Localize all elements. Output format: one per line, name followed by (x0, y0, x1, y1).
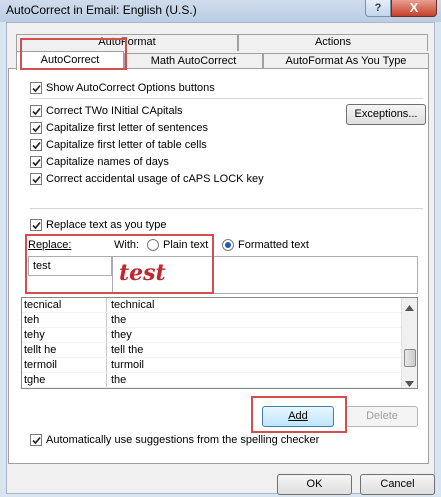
checkbox-label: Replace text as you type (46, 219, 167, 231)
autocorrect-entries-list[interactable]: tecnical technical teh the tehy they tellt … (21, 297, 418, 389)
scroll-thumb[interactable] (404, 349, 416, 367)
checkbox-label: Show AutoCorrect Options buttons (46, 82, 215, 94)
list-item[interactable]: tellt he tell the (22, 343, 417, 358)
divider (30, 208, 423, 209)
checkmark-icon (31, 221, 41, 229)
checkbox[interactable] (30, 82, 42, 94)
list-item[interactable]: tecnical technical (22, 298, 417, 313)
tab-actions[interactable]: Actions (238, 34, 428, 51)
checkmark-icon (31, 124, 41, 132)
window-title: AutoCorrect in Email: English (U.S.) (6, 3, 197, 17)
checkmark-icon (31, 158, 41, 166)
scroll-up-icon[interactable] (405, 302, 414, 314)
checkbox[interactable] (30, 156, 42, 168)
divider (30, 98, 423, 99)
rule-capitalize-table-cells[interactable]: Capitalize first letter of table cells (30, 138, 264, 152)
checkbox[interactable] (30, 122, 42, 134)
checkbox-label: Capitalize first letter of table cells (46, 139, 207, 151)
checkbox-label: Automatically use suggestions from the s… (46, 434, 320, 446)
checkbox[interactable] (30, 173, 42, 185)
ok-button[interactable]: OK (277, 474, 352, 495)
checkbox[interactable] (30, 139, 42, 151)
rule-capitalize-sentences[interactable]: Capitalize first letter of sentences (30, 121, 264, 135)
checkbox[interactable] (30, 219, 42, 231)
list-item[interactable]: tehy they (22, 328, 417, 343)
replace-highlight-annotation (25, 234, 214, 294)
tab-highlight-annotation (20, 38, 127, 70)
add-highlight-annotation (251, 396, 347, 433)
radio-selected-dot (225, 242, 231, 248)
tab-autoformat-as-you-type[interactable]: AutoFormat As You Type (263, 53, 429, 69)
checkbox[interactable] (30, 105, 42, 117)
radio-label: Formatted text (238, 239, 309, 251)
scroll-down-icon[interactable] (405, 378, 414, 390)
formatted-text-radio[interactable]: Formatted text (222, 238, 309, 252)
checkmark-icon (31, 107, 41, 115)
list-scrollbar[interactable] (401, 298, 417, 388)
list-item[interactable]: termoil turmoil (22, 358, 417, 373)
replace-text-option[interactable]: Replace text as you type (30, 218, 166, 232)
checkbox-label: Capitalize names of days (46, 156, 169, 168)
checkmark-icon (31, 175, 41, 183)
spelling-suggestions-option[interactable]: Automatically use suggestions from the s… (30, 433, 319, 447)
checkmark-icon (31, 84, 41, 92)
rules-list: Correct TWo INitial CApitals Capitalize … (30, 104, 264, 186)
exceptions-button[interactable]: Exceptions... (346, 104, 426, 125)
delete-button[interactable]: Delete (346, 406, 418, 427)
show-autocorrect-buttons-option[interactable]: Show AutoCorrect Options buttons (30, 81, 215, 95)
help-button[interactable]: ? (365, 0, 391, 17)
checkmark-icon (31, 436, 41, 444)
checkbox-label: Correct TWo INitial CApitals (46, 105, 183, 117)
checkbox-label: Correct accidental usage of cAPS LOCK ke… (46, 173, 264, 185)
checkbox[interactable] (30, 434, 42, 446)
checkmark-icon (31, 141, 41, 149)
rule-caps-lock[interactable]: Correct accidental usage of cAPS LOCK ke… (30, 172, 264, 186)
list-item[interactable]: tghe the (22, 373, 417, 388)
tab-math-autocorrect[interactable]: Math AutoCorrect (124, 53, 263, 69)
rule-capitalize-days[interactable]: Capitalize names of days (30, 155, 264, 169)
rule-correct-two-initial-capitals[interactable]: Correct TWo INitial CApitals (30, 104, 264, 118)
close-button[interactable]: X (391, 0, 437, 17)
cancel-button[interactable]: Cancel (360, 474, 435, 495)
checkbox-label: Capitalize first letter of sentences (46, 122, 209, 134)
list-item[interactable]: teh the (22, 313, 417, 328)
radio-button[interactable] (222, 239, 234, 251)
